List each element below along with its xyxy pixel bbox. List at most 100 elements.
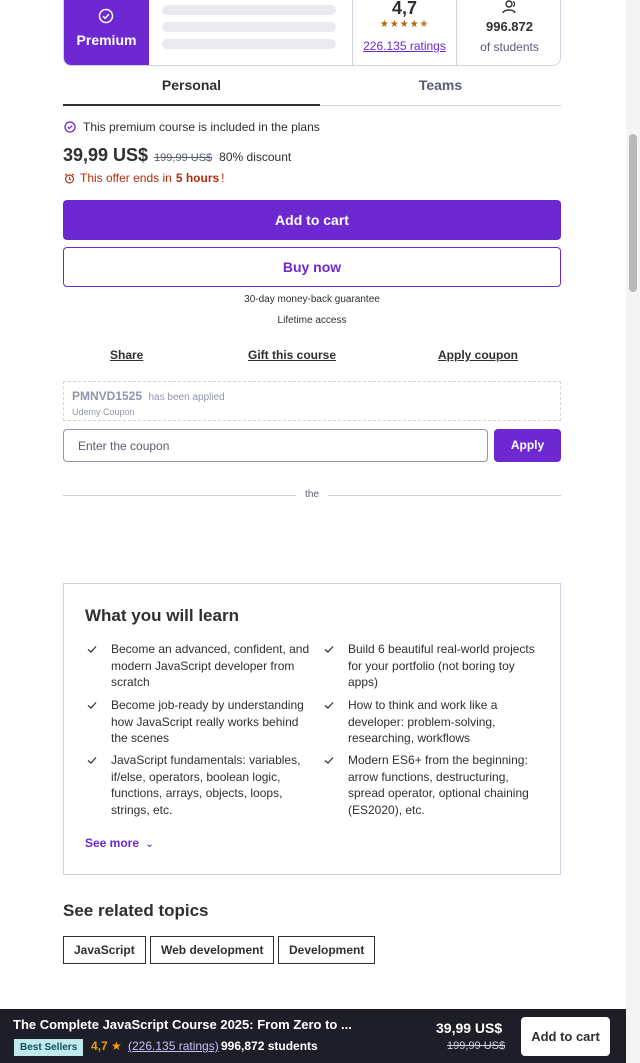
check-icon [87,702,97,709]
learn-item-line: strings, etc. [111,802,173,817]
coupon-applied-text: has been applied [148,392,225,403]
check-icon [87,646,97,653]
placeholder-bar [162,39,336,49]
placeholder-bar [162,22,336,32]
premium-check-icon [98,8,114,24]
students-icon [502,0,516,14]
plan-note-text: This premium course is included in the p… [83,120,320,134]
offer-suffix: ! [221,171,225,185]
sticky-purchase-bar: The Complete JavaScript Course 2025: Fro… [0,1009,626,1063]
learn-item-line: scratch [111,675,150,689]
price-discount: 80% discount [219,150,292,164]
learn-item-line: Become an advanced, confident, and [111,642,310,656]
learn-item: Build 6 beautiful real-world projects fo… [324,641,548,691]
price-current: 39,99 US$ [63,145,149,165]
related-topics-title: See related topics [63,901,209,920]
see-more-button[interactable]: See more ⌄ [85,836,154,850]
tab-teams[interactable]: Teams [320,72,561,106]
learn-item-line: modern JavaScript developer from [111,658,295,673]
rating-summary: 4,7 ★★★★✬ 226.135 ratings [352,0,457,65]
chevron-down-icon: ⌄ [145,839,154,850]
offer-countdown: This offer ends in 5 hours ! [64,171,225,185]
see-more-label: See more [85,836,140,850]
divider-label: the [305,489,319,500]
sticky-students: 996,872 students [221,1039,318,1053]
ratings-count-link[interactable]: 226.135 ratings [353,39,456,53]
sticky-rating: 4,7 ★ [91,1039,122,1053]
sticky-ratings-count[interactable]: (226.135 ratings) [128,1039,219,1053]
sticky-price-current: 39,99 US$ [436,1020,503,1036]
sticky-rating-value: 4,7 [91,1039,108,1053]
placeholder-bar [162,5,336,15]
learn-item-line: for your portfolio (not boring toy [348,658,515,673]
plan-note: This premium course is included in the p… [64,120,320,134]
learn-item: JavaScript fundamentals: variables, if/e… [87,752,311,818]
check-icon [324,646,334,653]
rating-value: 4,7 [391,0,418,18]
premium-badge: Premium [64,0,149,65]
apply-coupon-button[interactable]: Apply [494,429,561,462]
applied-coupon: PMNVD1525 has been applied Udemy Coupon [63,381,561,421]
tab-personal[interactable]: Personal [63,72,320,106]
learn-item-line: how JavaScript really works behind [111,714,299,729]
what-you-will-learn-section: What you will learn Become an advanced, … [63,583,561,875]
price-row: 39,99 US$ 199,99 US$ 80% discount [63,145,291,166]
divider [63,495,296,496]
learn-item-line: functions, arrays, objects, loops, [111,786,283,800]
buy-now-button[interactable]: Buy now [63,247,561,287]
learn-item: Modern ES6+ from the beginning: arrow fu… [324,752,548,818]
check-icon [324,702,334,709]
topic-chip-web-development[interactable]: Web development [150,936,275,964]
offer-prefix: This offer ends in [80,171,172,185]
students-count: 996.872 [486,19,533,34]
learn-item-line: spread operator, optional chaining [348,786,529,800]
learn-item-line: arrow functions, destructuring, [348,769,509,784]
share-link[interactable]: Share [110,348,143,362]
learn-title: What you will learn [85,606,239,625]
rating-stars-icon: ★★★★✬ [379,19,430,30]
price-original: 199,99 US$ [154,152,213,164]
topic-chip-javascript[interactable]: JavaScript [63,936,146,964]
premium-icon [64,121,76,133]
divider [328,495,561,496]
learn-item-line: the scenes [111,731,170,745]
learn-item-line: researching, workflows [348,731,471,745]
learn-item: Become an advanced, confident, and moder… [87,641,311,691]
coupon-code: PMNVD1525 [72,389,143,403]
add-to-cart-button[interactable]: Add to cart [63,200,561,240]
coupon-input[interactable] [63,429,488,462]
alarm-clock-icon [64,173,75,183]
check-icon [324,757,334,764]
sticky-course-title: The Complete JavaScript Course 2025: Fro… [13,1017,352,1032]
offer-time: 5 hours [175,171,220,185]
learn-item-line: (ES2020), etc. [348,802,425,817]
money-back-guarantee: 30-day money-back guarantee [244,294,380,305]
sticky-price-original: 199,99 US$ [447,1040,506,1052]
learn-item: Become job-ready by understanding how Ja… [87,697,311,747]
premium-label: Premium [76,32,137,48]
premium-card: Premium 4,7 ★★★★✬ 226.135 ratings 996.87… [63,0,561,66]
gift-course-link[interactable]: Gift this course [248,348,336,362]
star-icon: ★ [111,1039,122,1053]
content-fade [84,822,554,832]
sticky-add-to-cart-button[interactable]: Add to cart [521,1017,610,1056]
topic-chip-development[interactable]: Development [278,936,376,964]
learn-item-line: How to think and work like a [348,698,498,712]
learn-item: How to think and work like a developer: … [324,697,548,747]
learn-item-line: if/else, operators, boolean logic, [111,769,281,784]
page-scrollbar-thumb[interactable] [629,134,637,292]
lifetime-access: Lifetime access [277,315,347,326]
learn-item-line: developer: problem-solving, [348,714,496,729]
page-scrollbar[interactable] [626,0,640,1063]
apply-coupon-link[interactable]: Apply coupon [438,348,518,362]
learn-item-line: JavaScript fundamentals: variables, [111,753,301,767]
students-label: of students [480,40,539,54]
learn-item-line: apps) [348,675,379,689]
coupon-source: Udemy Coupon [72,407,135,417]
learn-item-line: Build 6 beautiful real-world projects [348,642,535,656]
pricing-tabs: Personal Teams [63,72,561,106]
bestseller-badge: Best Sellers [14,1039,84,1056]
learn-item-line: Modern ES6+ from the beginning: [348,753,528,767]
check-icon [87,757,97,764]
learn-item-line: Become job-ready by understanding [111,698,304,712]
